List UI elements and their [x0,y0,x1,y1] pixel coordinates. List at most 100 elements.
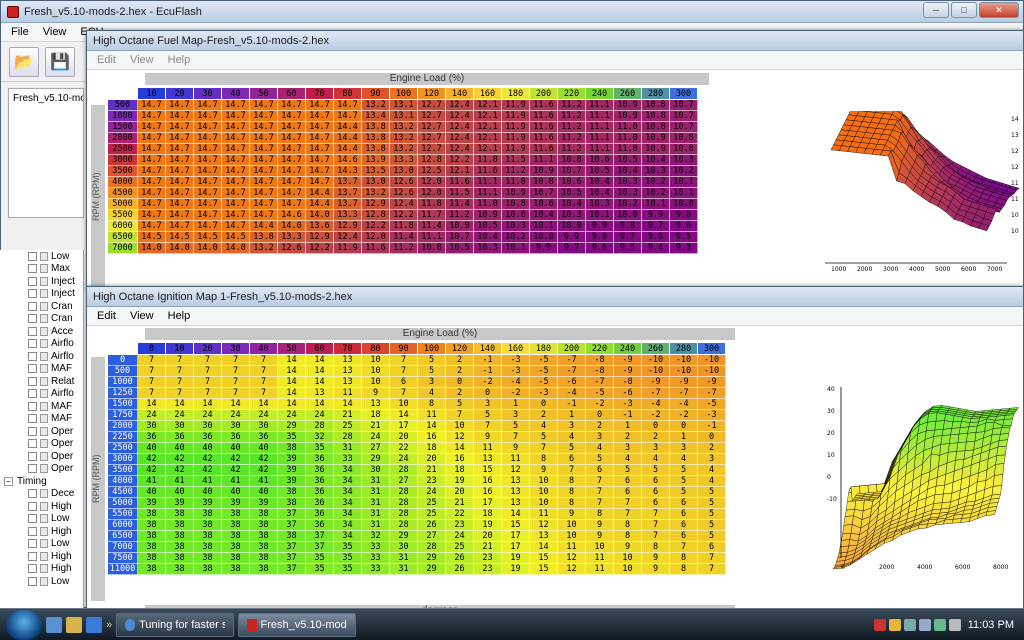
ign-load-header[interactable]: 0 [137,342,166,355]
ign-cell[interactable]: -2 [641,409,670,421]
ign-cell[interactable]: 7 [473,420,502,432]
ign-cell[interactable]: 18 [417,442,446,454]
ign-rpm-header[interactable]: 2500 [107,442,138,454]
ign-cell[interactable]: 14 [305,354,334,366]
fuel-cell[interactable]: 14.7 [165,176,194,188]
fuel-cell[interactable]: 14.7 [221,99,250,111]
ign-cell[interactable]: -3 [501,365,530,377]
ign-cell[interactable]: 31 [361,475,390,487]
ign-cell[interactable]: -8 [585,365,614,377]
fuel-cell[interactable]: 14.7 [137,154,166,166]
fuel-cell[interactable]: 14.7 [277,132,306,144]
ign-cell[interactable]: 24 [305,409,334,421]
fuel-load-header[interactable]: 160 [473,87,502,100]
fuel-cell[interactable]: 10.8 [669,143,698,155]
fuel-load-header[interactable]: 60 [277,87,306,100]
fuel-cell[interactable]: 14.7 [277,176,306,188]
tray-icon-1[interactable] [873,618,886,631]
fuel-cell[interactable]: 13.7 [333,176,362,188]
fuel-cell[interactable]: 10.4 [613,165,642,177]
ign-cell[interactable]: 38 [221,519,250,531]
fuel-cell[interactable]: 14.4 [249,220,278,232]
fuel-cell[interactable]: 13.2 [249,242,278,254]
fuel-rpm-header[interactable]: 500 [107,99,138,111]
ign-cell[interactable]: 38 [221,508,250,520]
ign-cell[interactable]: -5 [697,398,726,410]
clock[interactable]: 11:03 PM [968,619,1014,631]
ign-cell[interactable]: 28 [389,486,418,498]
fuel-rpm-header[interactable]: 3500 [107,165,138,177]
ign-cell[interactable]: 7 [165,365,194,377]
ign-cell[interactable]: 40 [165,486,194,498]
ign-cell[interactable]: 38 [221,552,250,564]
ign-cell[interactable]: 4 [417,387,446,399]
ign-cell[interactable]: 9 [641,563,670,575]
ign-cell[interactable]: 16 [473,486,502,498]
ign-cell[interactable]: -10 [641,354,670,366]
checkbox[interactable] [28,576,37,586]
ign-cell[interactable]: 5 [417,354,446,366]
tree-item[interactable]: Oper [0,438,83,451]
ign-cell[interactable]: 30 [221,420,250,432]
fuel-cell[interactable]: 12.7 [417,121,446,133]
ign-cell[interactable]: 7 [221,387,250,399]
ign-cell[interactable]: 6 [585,464,614,476]
fuel-cell[interactable]: 12.4 [445,143,474,155]
ign-cell[interactable]: 32 [305,431,334,443]
ign-cell[interactable]: 35 [305,442,334,454]
fuel-cell[interactable]: 14.7 [165,121,194,133]
ign-load-header[interactable]: 40 [249,342,278,355]
ign-cell[interactable]: 22 [445,508,474,520]
ign-cell[interactable]: 38 [193,519,222,531]
ign-cell[interactable]: 7 [445,409,474,421]
fuel-cell[interactable]: 11.8 [389,220,418,232]
fuel-cell[interactable]: 14.7 [137,220,166,232]
ign-cell[interactable]: 41 [165,475,194,487]
ign-cell[interactable]: -6 [613,387,642,399]
fuel-cell[interactable]: 10.2 [641,187,670,199]
ign-cell[interactable]: 6 [557,453,586,465]
ign-cell[interactable]: 8 [557,486,586,498]
fuel-cell[interactable]: 12.0 [417,187,446,199]
fuel-cell[interactable]: 10.7 [669,99,698,111]
ign-cell[interactable]: 42 [193,453,222,465]
ign-cell[interactable]: 6 [669,497,698,509]
fuel-cell[interactable]: 11.6 [529,143,558,155]
fuel-cell[interactable]: 10.1 [669,187,698,199]
fuel-cell[interactable]: 13.2 [389,143,418,155]
ign-cell[interactable]: 38 [165,541,194,553]
ign-cell[interactable]: 20 [445,486,474,498]
fuel-cell[interactable]: 12.4 [445,132,474,144]
checkbox[interactable] [28,426,37,436]
ign-cell[interactable]: 13 [305,387,334,399]
fuel-cell[interactable]: 14.7 [137,187,166,199]
checkbox[interactable] [28,364,37,374]
ign-cell[interactable]: 24 [389,453,418,465]
ign-cell[interactable]: -7 [697,387,726,399]
fuel-cell[interactable]: 14.7 [305,154,334,166]
ign-cell[interactable]: 28 [333,431,362,443]
ign-cell[interactable]: 14 [529,541,558,553]
ign-cell[interactable]: 0 [669,420,698,432]
fuel-load-header[interactable]: 200 [529,87,558,100]
ign-cell[interactable]: 3 [641,442,670,454]
fuel-cell[interactable]: 14.7 [249,110,278,122]
ign-cell[interactable]: 42 [221,464,250,476]
fuel-cell[interactable]: 10.4 [473,231,502,243]
ign-rpm-header[interactable]: 11000 [107,563,138,575]
fuel-cell[interactable]: 14.7 [221,132,250,144]
fuel-rpm-header[interactable]: 5500 [107,209,138,221]
ign-cell[interactable]: 13 [333,365,362,377]
fuel-cell[interactable]: 10.9 [445,220,474,232]
fuel-cell[interactable]: 10.0 [557,220,586,232]
tree-item[interactable]: High [0,563,83,576]
tree-item[interactable]: Oper [0,425,83,438]
ign-load-header[interactable]: 70 [333,342,362,355]
ign-cell[interactable]: 31 [389,563,418,575]
close-button[interactable]: ✕ [979,2,1019,18]
fuel-cell[interactable]: 14.7 [193,165,222,177]
fuel-cell[interactable]: 14.7 [193,99,222,111]
ign-cell[interactable]: 36 [305,508,334,520]
ign-cell[interactable]: 7 [389,365,418,377]
ign-cell[interactable]: 7 [193,376,222,388]
